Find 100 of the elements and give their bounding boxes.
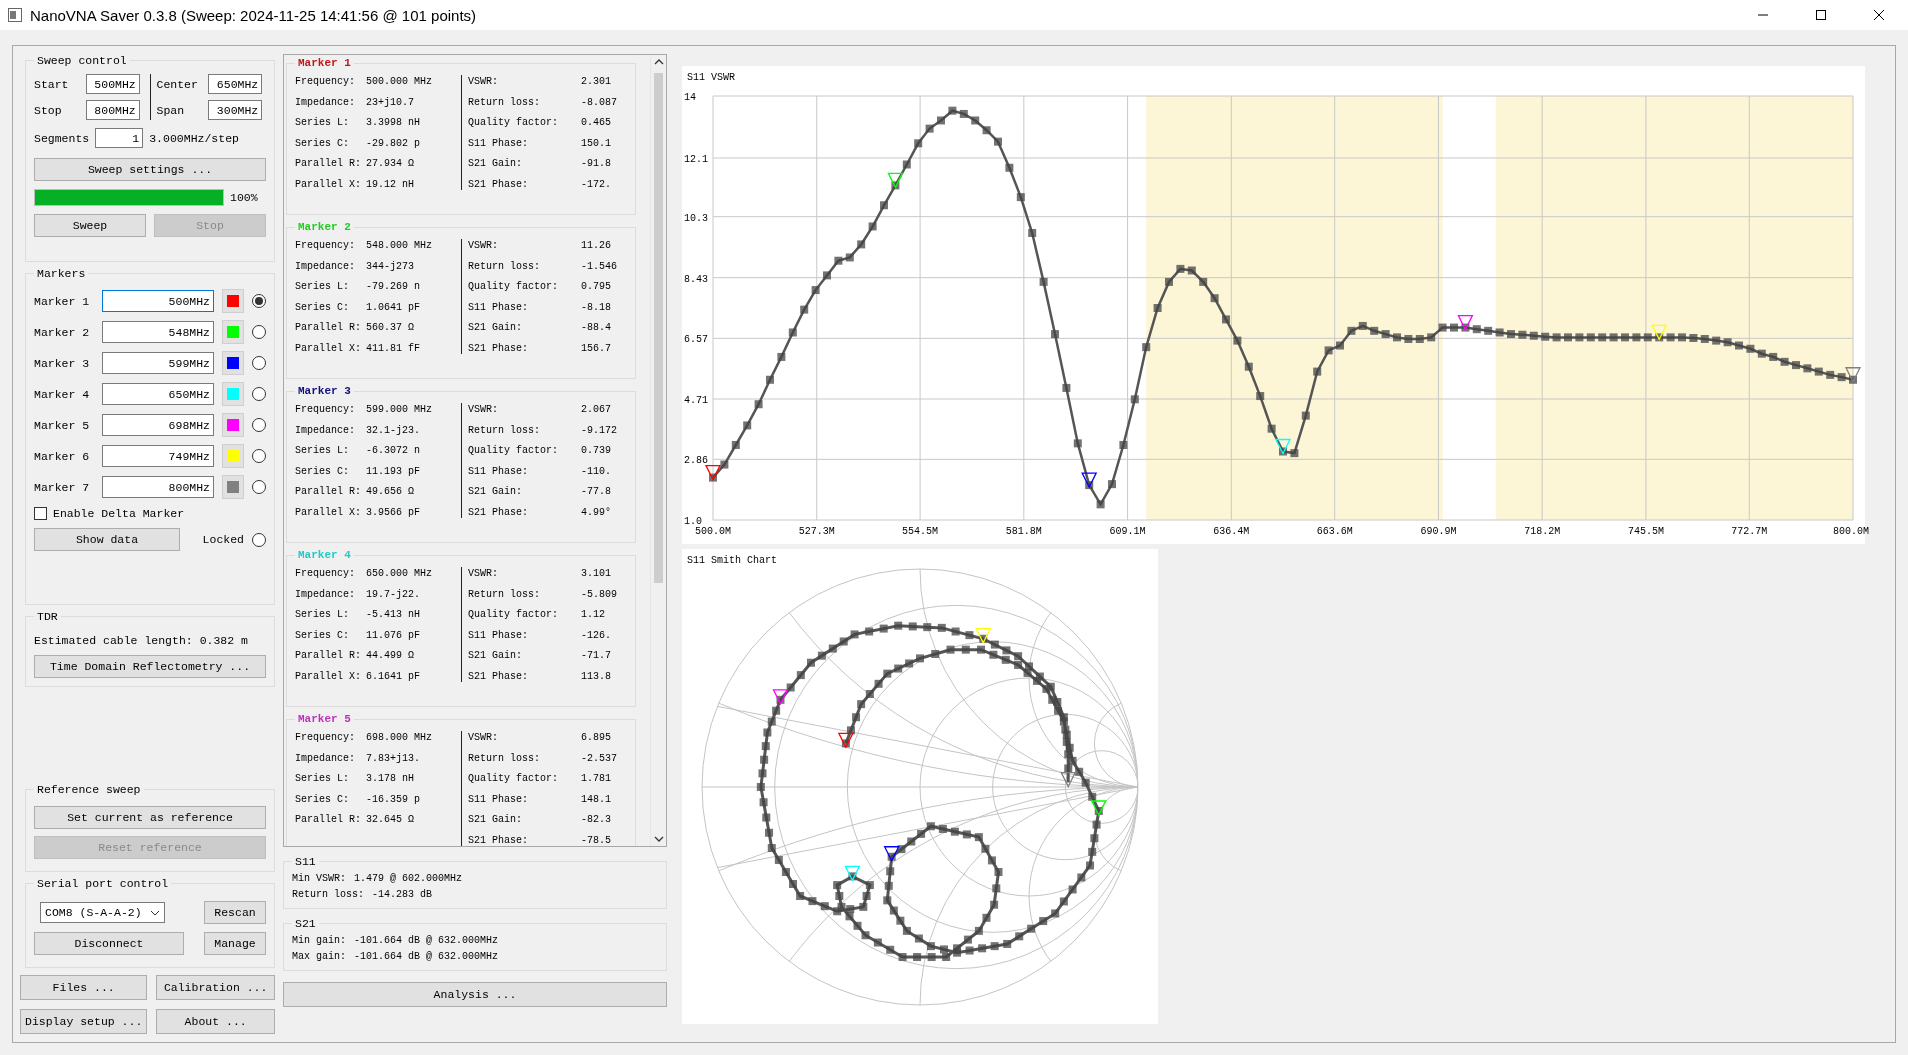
data-point bbox=[1039, 277, 1048, 286]
data-point bbox=[1370, 326, 1379, 335]
data-point bbox=[994, 137, 1002, 146]
rescan-button[interactable]: Rescan bbox=[204, 901, 266, 924]
field-value: 344-j273 bbox=[366, 259, 415, 274]
radio-button[interactable] bbox=[252, 480, 266, 494]
marker-frequency-field[interactable]: 650MHz bbox=[102, 383, 214, 405]
chart-title: S11 VSWR bbox=[687, 72, 735, 83]
x-tick-label: 554.5M bbox=[902, 526, 939, 537]
port-dropdown[interactable]: COM8 (S-A-A-2) bbox=[40, 902, 165, 923]
data-point bbox=[1700, 335, 1709, 343]
field-value: 156.7 bbox=[581, 341, 612, 356]
data-point bbox=[823, 271, 831, 280]
marker-triangle bbox=[772, 689, 789, 706]
color-swatch-button[interactable] bbox=[222, 413, 244, 437]
color-swatch-button[interactable] bbox=[222, 475, 244, 499]
disconnect-button[interactable]: Disconnect bbox=[34, 932, 184, 955]
marker-label: Marker 5 bbox=[34, 418, 91, 432]
field-label: S21 Gain: bbox=[468, 813, 523, 827]
field-label: Parallel X: bbox=[295, 669, 362, 684]
data-point bbox=[1028, 229, 1037, 237]
cable-length-text: Estimated cable length: 0.382 m bbox=[34, 634, 249, 647]
y-tick-label: 14 bbox=[684, 92, 696, 103]
field-label: Parallel X: bbox=[295, 341, 362, 356]
x-tick-label: 636.4M bbox=[1213, 526, 1250, 537]
field-value: 411.81 fF bbox=[366, 341, 421, 356]
radio-button[interactable] bbox=[252, 449, 266, 463]
field-value: 23+j10.7 bbox=[366, 95, 415, 110]
input-field[interactable]: 1 bbox=[95, 128, 144, 148]
field-label: Parallel R: bbox=[295, 157, 362, 171]
data-point bbox=[1438, 323, 1447, 332]
field-value: -5.413 nH bbox=[366, 608, 421, 622]
manage-button[interactable]: Manage bbox=[204, 932, 266, 955]
toolbar-button[interactable]: About ... bbox=[156, 1009, 275, 1034]
toolbar-button[interactable]: Files ... bbox=[20, 975, 148, 1000]
data-point bbox=[1358, 321, 1367, 330]
field-label: S21 Phase: bbox=[468, 833, 529, 846]
field-label: Start bbox=[34, 77, 70, 91]
input-field[interactable]: 800MHz bbox=[85, 100, 140, 120]
sweep-settings-button[interactable]: Sweep settings ... bbox=[34, 158, 266, 181]
sweep-button[interactable]: Sweep bbox=[34, 214, 146, 237]
data-point bbox=[1849, 375, 1857, 384]
toolbar-button[interactable]: Display setup ... bbox=[20, 1009, 148, 1034]
field-label: Series L: bbox=[295, 444, 350, 458]
toolbar-button[interactable]: Calibration ... bbox=[156, 975, 275, 1000]
set-reference-button[interactable]: Set current as reference bbox=[34, 806, 266, 829]
color-swatch-button[interactable] bbox=[222, 289, 244, 313]
group-title: Markers bbox=[36, 267, 87, 280]
group-title: TDR bbox=[36, 610, 59, 623]
field-value: 11.076 pF bbox=[366, 628, 421, 643]
field-value: 150.1 bbox=[581, 136, 612, 151]
data-point bbox=[811, 286, 820, 295]
data-point bbox=[1313, 367, 1322, 376]
marker-frequency-field[interactable]: 800MHz bbox=[102, 476, 214, 498]
field-value: 650.000 MHz bbox=[366, 567, 433, 581]
field-value: -5.809 bbox=[581, 587, 618, 602]
color-swatch-button[interactable] bbox=[222, 351, 244, 375]
scrollbar[interactable] bbox=[650, 55, 666, 846]
data-point bbox=[1062, 383, 1071, 392]
marker-title: Marker 2 bbox=[297, 221, 352, 233]
field-value: 3.101 bbox=[581, 567, 612, 581]
field-value: 27.934 Ω bbox=[366, 157, 415, 171]
data-point bbox=[1130, 395, 1139, 404]
radio-button[interactable] bbox=[252, 325, 266, 339]
tdr-button[interactable]: Time Domain Reflectometry ... bbox=[34, 655, 266, 678]
field-value: 3.9566 pF bbox=[366, 505, 421, 520]
color-swatch-button[interactable] bbox=[222, 444, 244, 468]
radio-button[interactable] bbox=[252, 294, 266, 308]
marker-frequency-field[interactable]: 548MHz bbox=[102, 321, 214, 343]
input-field[interactable]: 300MHz bbox=[208, 100, 263, 120]
marker-frequency-field[interactable]: 599MHz bbox=[102, 352, 214, 374]
y-tick-label: 6.57 bbox=[684, 334, 708, 346]
field-value: -78.5 bbox=[581, 833, 612, 846]
window-title: NanoVNA Saver 0.3.8 (Sweep: 2024-11-25 14:41:56 @ 101 points) bbox=[30, 6, 478, 24]
color-swatch-button[interactable] bbox=[222, 320, 244, 344]
field-label: S21 Gain: bbox=[468, 649, 523, 663]
marker-frequency-field[interactable]: 500MHz bbox=[102, 290, 214, 312]
radio-button[interactable] bbox=[252, 418, 266, 432]
color-swatch-button[interactable] bbox=[222, 382, 244, 406]
data-point bbox=[1222, 315, 1230, 324]
group-title: Serial port control bbox=[36, 877, 170, 890]
radio-button[interactable] bbox=[252, 387, 266, 401]
input-field[interactable]: 500MHz bbox=[85, 74, 140, 94]
radio-button[interactable] bbox=[252, 356, 266, 370]
show-data-button[interactable]: Show data bbox=[34, 528, 180, 551]
data-point bbox=[1655, 333, 1664, 342]
data-point bbox=[1552, 333, 1561, 342]
marker-frequency-field[interactable]: 698MHz bbox=[102, 414, 214, 436]
data-point bbox=[1780, 357, 1789, 366]
data-point bbox=[1632, 333, 1641, 342]
input-field[interactable]: 650MHz bbox=[208, 74, 263, 94]
field-label: Frequency: bbox=[295, 403, 356, 417]
group-title: Sweep control bbox=[36, 54, 128, 67]
radio-button[interactable] bbox=[252, 532, 266, 547]
analysis-button[interactable]: Analysis ... bbox=[283, 982, 667, 1007]
data-point bbox=[1450, 323, 1458, 332]
field-value: 1.479 @ 602.000MHz bbox=[354, 873, 463, 884]
checkbox[interactable] bbox=[34, 507, 47, 520]
marker-frequency-field[interactable]: 749MHz bbox=[102, 445, 214, 467]
y-tick-label: 1.0 bbox=[684, 516, 702, 527]
